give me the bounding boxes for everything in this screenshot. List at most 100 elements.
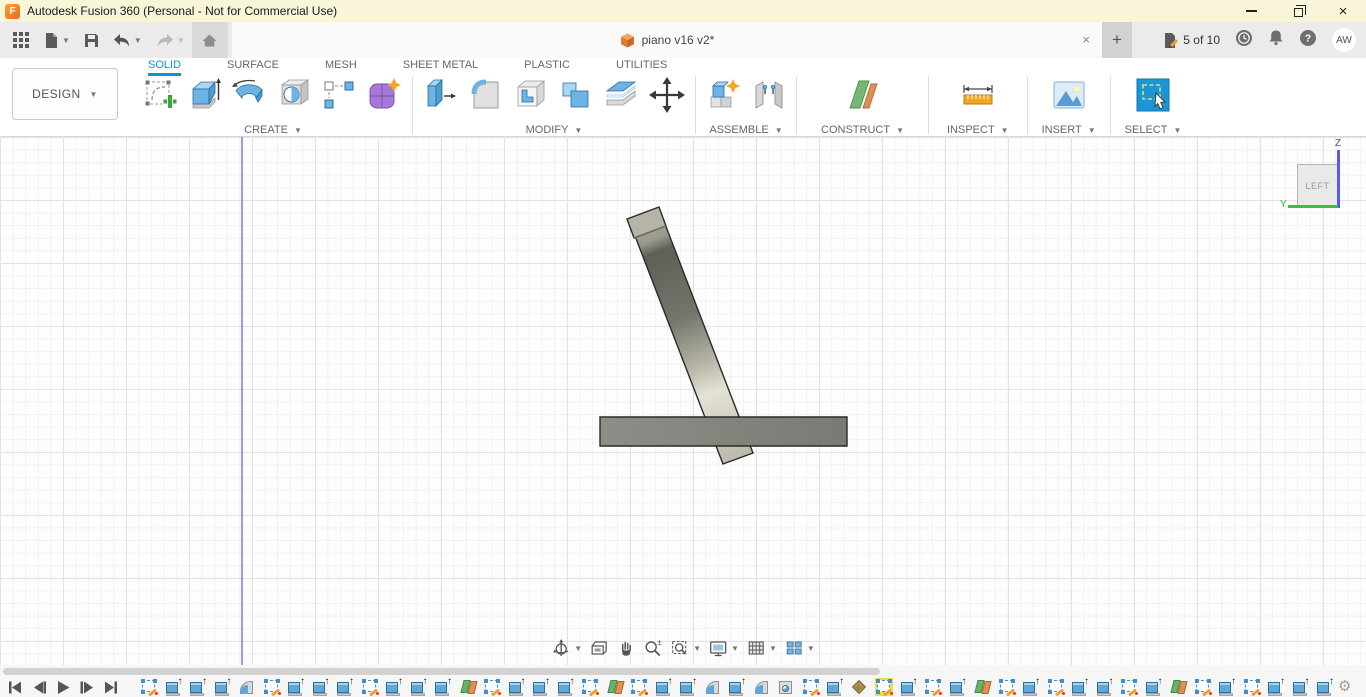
group-label-select[interactable]: SELECT ▼ bbox=[1125, 124, 1182, 136]
timeline-sketch-feature[interactable] bbox=[483, 678, 501, 697]
restore-button[interactable] bbox=[1274, 0, 1320, 22]
help-button[interactable]: ? bbox=[1299, 29, 1317, 52]
timeline-extrude-feature[interactable]: ↑ bbox=[900, 677, 918, 696]
timeline-extrude-feature[interactable]: ↑ bbox=[336, 677, 354, 696]
timeline-extrude-feature[interactable]: ↑ bbox=[1292, 677, 1310, 696]
timeline-appearance-feature[interactable] bbox=[851, 678, 869, 696]
timeline-sketch-feature[interactable] bbox=[924, 678, 942, 697]
timeline-extrude-feature[interactable]: ↑ bbox=[1145, 677, 1163, 696]
rectangular-pattern-icon[interactable] bbox=[321, 76, 357, 114]
timeline-extrude-feature[interactable]: ↑ bbox=[508, 677, 526, 696]
timeline-sketch-feature[interactable] bbox=[1120, 678, 1138, 697]
timeline-extrude-feature[interactable]: ↑ bbox=[189, 677, 207, 696]
timeline-scrollbar[interactable] bbox=[3, 668, 880, 675]
close-button[interactable]: × bbox=[1320, 0, 1366, 22]
group-label-assemble[interactable]: ASSEMBLE ▼ bbox=[709, 124, 782, 136]
timeline-extrude-feature[interactable]: ↑ bbox=[1022, 677, 1040, 696]
display-settings-button[interactable]: ▼ bbox=[708, 638, 739, 658]
step-back-button[interactable] bbox=[32, 681, 46, 694]
tab-plastic[interactable]: PLASTIC bbox=[524, 59, 570, 76]
timeline-extrude-feature[interactable]: ↑ bbox=[287, 677, 305, 696]
timeline-sketch-feature[interactable] bbox=[1243, 678, 1261, 697]
timeline-sketch-feature[interactable] bbox=[1047, 678, 1065, 697]
viewports-button[interactable]: ▼ bbox=[784, 638, 815, 658]
timeline-sketch-feature[interactable] bbox=[802, 678, 820, 697]
avatar[interactable]: AW bbox=[1332, 28, 1356, 52]
group-label-inspect[interactable]: INSPECT ▼ bbox=[947, 124, 1009, 136]
timeline-extrude-feature[interactable]: ↑ bbox=[1316, 677, 1334, 696]
timeline-extrude-feature[interactable]: ↑ bbox=[1267, 677, 1285, 696]
save-button[interactable] bbox=[77, 22, 106, 58]
joint-icon[interactable] bbox=[751, 76, 787, 114]
shell-icon[interactable] bbox=[512, 76, 550, 114]
fillet-icon[interactable] bbox=[466, 76, 504, 114]
tab-utilities[interactable]: UTILITIES bbox=[616, 59, 667, 76]
skip-end-button[interactable] bbox=[104, 681, 118, 694]
timeline-extrude-feature[interactable]: ↑ bbox=[312, 677, 330, 696]
file-button[interactable]: ▼ bbox=[37, 22, 77, 58]
timeline-sketch-feature[interactable] bbox=[263, 678, 281, 697]
redo-button[interactable]: ▼ bbox=[149, 22, 192, 58]
document-tab-close-icon[interactable]: × bbox=[1082, 32, 1090, 47]
timeline-fillet-feature[interactable] bbox=[704, 678, 722, 696]
new-tab-button[interactable]: + bbox=[1102, 22, 1132, 58]
notifications-button[interactable] bbox=[1268, 29, 1284, 51]
pan-button[interactable] bbox=[616, 638, 636, 658]
hole-icon[interactable] bbox=[277, 76, 313, 114]
timeline-sketch-feature[interactable] bbox=[1194, 678, 1212, 697]
timeline-extrude-feature[interactable]: ↑ bbox=[214, 677, 232, 696]
timeline-sketch-feature[interactable] bbox=[581, 678, 599, 697]
timeline-sketch-feature[interactable] bbox=[875, 678, 893, 697]
timeline-plane-feature[interactable] bbox=[973, 678, 992, 696]
timeline-settings-gear-icon[interactable]: ⚙ bbox=[1338, 677, 1351, 695]
timeline-fillet-feature[interactable] bbox=[238, 678, 256, 696]
step-forward-button[interactable] bbox=[80, 681, 94, 694]
look-at-button[interactable] bbox=[589, 638, 609, 658]
tab-surface[interactable]: SURFACE bbox=[227, 59, 279, 76]
group-label-create[interactable]: CREATE ▼ bbox=[244, 124, 302, 136]
recent-activity-button[interactable] bbox=[1235, 29, 1253, 52]
skip-start-button[interactable] bbox=[8, 681, 22, 694]
base-body[interactable] bbox=[599, 416, 848, 447]
timeline-sketch-feature[interactable] bbox=[361, 678, 379, 697]
press-pull-icon[interactable] bbox=[422, 76, 458, 114]
timeline-extrude-feature[interactable]: ↑ bbox=[532, 677, 550, 696]
timeline-extrude-feature[interactable]: ↑ bbox=[165, 677, 183, 696]
split-body-icon[interactable] bbox=[602, 76, 640, 114]
viewcube[interactable]: LEFT bbox=[1297, 164, 1338, 207]
create-sketch-icon[interactable] bbox=[143, 76, 179, 114]
timeline-plane-feature[interactable] bbox=[1169, 678, 1188, 696]
new-component-icon[interactable] bbox=[705, 76, 743, 114]
timeline-extrude-feature[interactable]: ↑ bbox=[1071, 677, 1089, 696]
extrude-icon[interactable] bbox=[187, 76, 223, 114]
grid-settings-button[interactable]: ▼ bbox=[746, 638, 777, 658]
timeline-extrude-feature[interactable]: ↑ bbox=[410, 677, 428, 696]
timeline-extrude-feature[interactable]: ↑ bbox=[949, 677, 967, 696]
timeline-fillet-feature[interactable] bbox=[753, 678, 771, 696]
timeline-extrude-feature[interactable]: ↑ bbox=[1218, 677, 1236, 696]
undo-button[interactable]: ▼ bbox=[106, 22, 149, 58]
fit-button[interactable]: ▼ bbox=[670, 638, 701, 658]
timeline-extrude-feature[interactable]: ↑ bbox=[557, 677, 575, 696]
model-canvas[interactable]: LEFT Z Y ▼ ± ▼ ▼ ▼ ▼ bbox=[0, 137, 1366, 665]
timeline-extrude-feature[interactable]: ↑ bbox=[1096, 677, 1114, 696]
minimize-button[interactable] bbox=[1228, 0, 1274, 22]
move-icon[interactable] bbox=[648, 76, 686, 114]
timeline-sketch-feature[interactable] bbox=[630, 678, 648, 697]
home-view-button[interactable] bbox=[191, 22, 228, 58]
timeline-extrude-feature[interactable]: ↑ bbox=[385, 677, 403, 696]
orbit-button[interactable]: ▼ bbox=[551, 638, 582, 658]
select-icon[interactable] bbox=[1135, 76, 1171, 114]
play-button[interactable] bbox=[56, 681, 70, 694]
group-label-modify[interactable]: MODIFY ▼ bbox=[526, 124, 583, 136]
insert-image-icon[interactable] bbox=[1051, 76, 1087, 114]
timeline-extrude-feature[interactable]: ↑ bbox=[434, 677, 452, 696]
tab-sheet-metal[interactable]: SHEET METAL bbox=[403, 59, 478, 76]
timeline-extrude-feature[interactable]: ↑ bbox=[728, 677, 746, 696]
timeline-extrude-feature[interactable]: ↑ bbox=[655, 677, 673, 696]
timeline-hole-feature[interactable] bbox=[777, 678, 795, 696]
measure-icon[interactable] bbox=[959, 76, 997, 114]
timeline-extrude-feature[interactable]: ↑ bbox=[826, 677, 844, 696]
job-status-button[interactable]: 5 of 10 bbox=[1162, 32, 1220, 49]
timeline-plane-feature[interactable] bbox=[606, 678, 625, 696]
